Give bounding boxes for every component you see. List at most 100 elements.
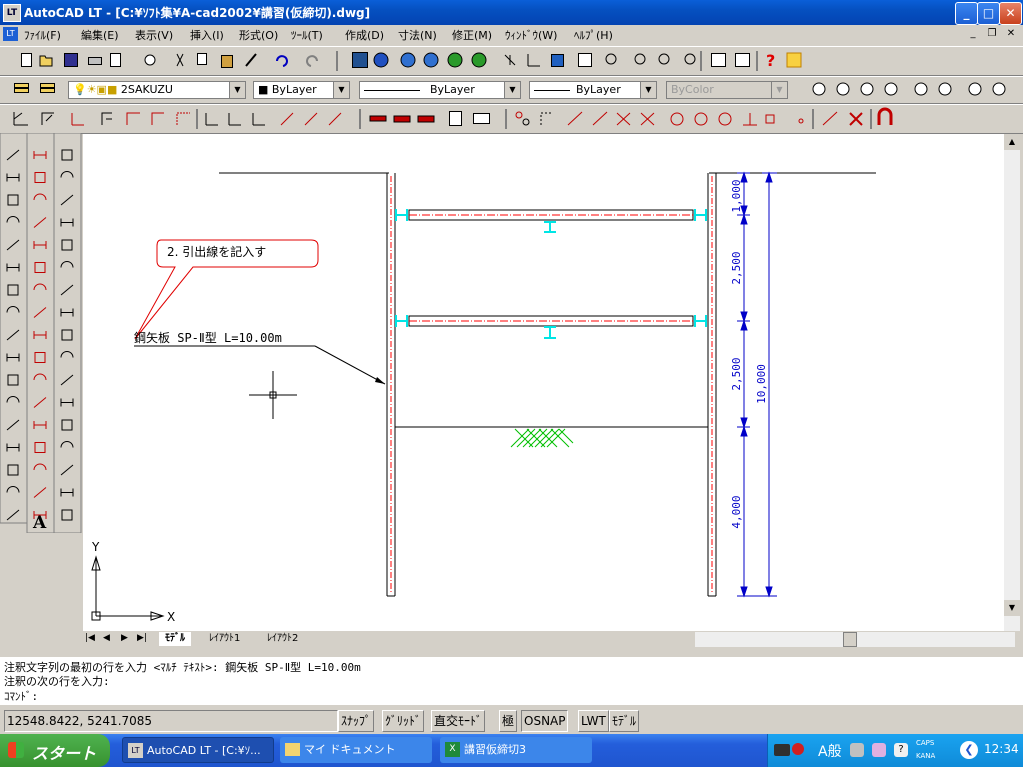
horizontal-scrollbar[interactable] bbox=[695, 632, 1015, 647]
title-bar[interactable]: LT AutoCAD LT - [C:¥ｿﾌﾄ集¥A-cad2002¥講習(仮締… bbox=[0, 0, 1023, 25]
menu-insert[interactable]: 挿入(I) bbox=[190, 27, 224, 43]
system-tray: A般 ? CAPS KANA ❮ 12:34 bbox=[767, 734, 1023, 767]
command-window[interactable]: 注釈文字列の最初の行を入力 <ﾏﾙﾁ ﾃｷｽﾄ>: 鋼矢板 SP-Ⅱ型 L=10… bbox=[0, 657, 1023, 705]
color-combo[interactable]: ■ ByLayer ▼ bbox=[253, 81, 350, 99]
tab-next-icon[interactable]: ▶ bbox=[121, 633, 128, 643]
ime-mode[interactable]: A般 bbox=[818, 741, 842, 761]
menu-file[interactable]: ﾌｧｲﾙ(F) bbox=[24, 27, 61, 43]
autocad-icon: LT bbox=[128, 743, 143, 758]
callout-text: 2. 引出線を記入す bbox=[167, 244, 266, 259]
tab-first-icon[interactable]: |◀ bbox=[85, 633, 95, 643]
linetype-combo[interactable]: ByLayer ▼ bbox=[359, 81, 521, 99]
layers-toolbar: 💡☀▣■ 2SAKUZU ▼ ■ ByLayer ▼ ByLayer ▼ ByL… bbox=[0, 76, 1023, 104]
taskbar-item-label: 講習仮締切3 bbox=[464, 743, 526, 756]
dim-text-2500-upper: 2,500 bbox=[730, 251, 743, 284]
lineweight-combo[interactable]: ByLayer ▼ bbox=[529, 81, 657, 99]
menu-edit[interactable]: 編集(E) bbox=[81, 27, 119, 43]
svg-text:A: A bbox=[32, 513, 47, 533]
coordinate-display[interactable]: 12548.8422, 5241.7085 bbox=[4, 710, 338, 732]
tray-expand-icon[interactable]: ❮ bbox=[960, 741, 978, 759]
taskbar: スタート LT AutoCAD LT - [C:¥ｿ... マイ ドキュメント … bbox=[0, 734, 1023, 767]
toolbox-icon[interactable] bbox=[872, 743, 886, 757]
snap-toggle[interactable]: ｽﾅｯﾌﾟ bbox=[338, 710, 375, 732]
taskbar-item-excel[interactable]: X 講習仮締切3 bbox=[440, 737, 592, 763]
taskbar-item-mydocuments[interactable]: マイ ドキュメント bbox=[280, 737, 432, 763]
chevron-down-icon[interactable]: ▼ bbox=[333, 82, 349, 98]
mdi-close-button[interactable]: ✕ bbox=[1004, 28, 1018, 41]
status-bar: 12548.8422, 5241.7085 ｽﾅｯﾌﾟ ｸﾞﾘｯﾄﾞ 直交ﾓｰﾄ… bbox=[0, 708, 1023, 732]
keyboard-icon[interactable] bbox=[774, 744, 790, 756]
scroll-thumb[interactable] bbox=[843, 632, 857, 647]
taskbar-item-label: AutoCAD LT - [C:¥ｿ... bbox=[147, 744, 261, 757]
ime-icon[interactable] bbox=[792, 743, 804, 755]
tab-model[interactable]: ﾓﾃﾞﾙ bbox=[159, 632, 191, 646]
plotstyle-combo: ByColor ▼ bbox=[666, 81, 788, 99]
draw-aid-toolbar bbox=[0, 104, 1023, 134]
dim-text-2500-lower: 2,500 bbox=[730, 357, 743, 390]
menu-dimension[interactable]: 寸法(N) bbox=[398, 27, 437, 43]
plotstyle-value: ByColor bbox=[671, 83, 714, 96]
command-history-2: 注釈の次の行を入力: bbox=[4, 675, 110, 688]
layout-tabs-bar: |◀ ◀ ▶ ▶| ﾓﾃﾞﾙ ﾚｲｱｳﾄ1 ﾚｲｱｳﾄ2 bbox=[83, 631, 1020, 649]
polar-toggle[interactable]: 極 bbox=[499, 710, 518, 732]
menu-draw[interactable]: 作成(D) bbox=[345, 27, 384, 43]
menu-view[interactable]: 表示(V) bbox=[135, 27, 173, 43]
tab-layout1[interactable]: ﾚｲｱｳﾄ1 bbox=[203, 632, 246, 646]
osnap-toggle[interactable]: OSNAP bbox=[521, 710, 569, 732]
chevron-down-icon[interactable]: ▼ bbox=[640, 82, 656, 98]
menu-bar: LT ﾌｧｲﾙ(F) 編集(E) 表示(V) 挿入(I) 形式(O) ﾂｰﾙ(T… bbox=[0, 25, 1023, 44]
taskbar-item-label: マイ ドキュメント bbox=[304, 743, 396, 756]
help-icon[interactable]: ? bbox=[894, 743, 908, 757]
command-prompt[interactable]: ｺﾏﾝﾄﾞ: bbox=[4, 688, 38, 704]
left-toolbars: A bbox=[0, 133, 82, 533]
window-title: AutoCAD LT - [C:¥ｿﾌﾄ集¥A-cad2002¥講習(仮締切).… bbox=[24, 6, 371, 20]
excel-icon: X bbox=[445, 742, 460, 757]
windows-logo-icon bbox=[8, 742, 24, 758]
leader-text: 鋼矢板 SP-Ⅱ型 L=10.00m bbox=[134, 331, 282, 345]
mdi-minimize-button[interactable]: _ bbox=[966, 28, 980, 41]
start-button[interactable]: スタート bbox=[0, 734, 110, 767]
taskbar-item-autocad[interactable]: LT AutoCAD LT - [C:¥ｿ... bbox=[122, 737, 274, 763]
dim-text-10000: 10,000 bbox=[755, 364, 768, 404]
tab-last-icon[interactable]: ▶| bbox=[137, 633, 147, 643]
minimize-button[interactable]: _ bbox=[955, 2, 978, 25]
kana-indicator: KANA bbox=[916, 752, 936, 760]
layer-combo[interactable]: 💡☀▣■ 2SAKUZU ▼ bbox=[68, 81, 246, 99]
ucs-x-label: X bbox=[167, 610, 175, 624]
document-icon[interactable]: LT bbox=[3, 27, 18, 41]
color-value: ByLayer bbox=[271, 83, 317, 96]
lineweight-value: ByLayer bbox=[576, 83, 621, 96]
scroll-up-icon[interactable]: ▲ bbox=[1004, 134, 1020, 150]
vertical-scrollbar[interactable]: ▲ ▼ bbox=[1004, 134, 1020, 631]
menu-help[interactable]: ﾍﾙﾌﾟ(H) bbox=[574, 27, 613, 43]
linetype-value: ByLayer bbox=[430, 83, 475, 96]
chevron-down-icon[interactable]: ▼ bbox=[229, 82, 245, 98]
dim-text-4000: 4,000 bbox=[730, 495, 743, 528]
chevron-down-icon[interactable]: ▼ bbox=[504, 82, 520, 98]
dim-text-1000: 1,000 bbox=[730, 179, 743, 212]
maximize-button[interactable]: □ bbox=[977, 2, 1000, 25]
tab-prev-icon[interactable]: ◀ bbox=[103, 633, 110, 643]
clock: 12:34 bbox=[984, 742, 1019, 756]
layer-name: 2SAKUZU bbox=[120, 83, 173, 96]
brush-icon[interactable] bbox=[850, 743, 864, 757]
app-icon[interactable]: LT bbox=[3, 4, 21, 22]
start-label: スタート bbox=[32, 744, 97, 763]
folder-icon bbox=[285, 743, 300, 756]
chevron-down-icon: ▼ bbox=[771, 82, 787, 98]
grid-toggle[interactable]: ｸﾞﾘｯﾄﾞ bbox=[382, 710, 425, 732]
menu-tools[interactable]: ﾂｰﾙ(T) bbox=[291, 27, 323, 43]
menu-window[interactable]: ｳｨﾝﾄﾞｳ(W) bbox=[505, 27, 557, 43]
svg-text:?: ? bbox=[766, 51, 775, 70]
close-button[interactable]: ✕ bbox=[999, 2, 1022, 25]
ortho-toggle[interactable]: 直交ﾓｰﾄﾞ bbox=[431, 710, 486, 732]
drawing-canvas[interactable]: 1,000 2,500 2,500 4,000 10,000 2. 引出線を記入… bbox=[83, 134, 1005, 631]
lwt-toggle[interactable]: LWT bbox=[578, 710, 609, 732]
model-toggle[interactable]: ﾓﾃﾞﾙ bbox=[609, 710, 640, 732]
caps-indicator: CAPS bbox=[916, 739, 935, 747]
mdi-restore-button[interactable]: ❐ bbox=[985, 28, 999, 41]
scroll-down-icon[interactable]: ▼ bbox=[1004, 600, 1020, 616]
menu-format[interactable]: 形式(O) bbox=[239, 27, 278, 43]
tab-layout2[interactable]: ﾚｲｱｳﾄ2 bbox=[261, 632, 304, 646]
menu-modify[interactable]: 修正(M) bbox=[452, 27, 492, 43]
